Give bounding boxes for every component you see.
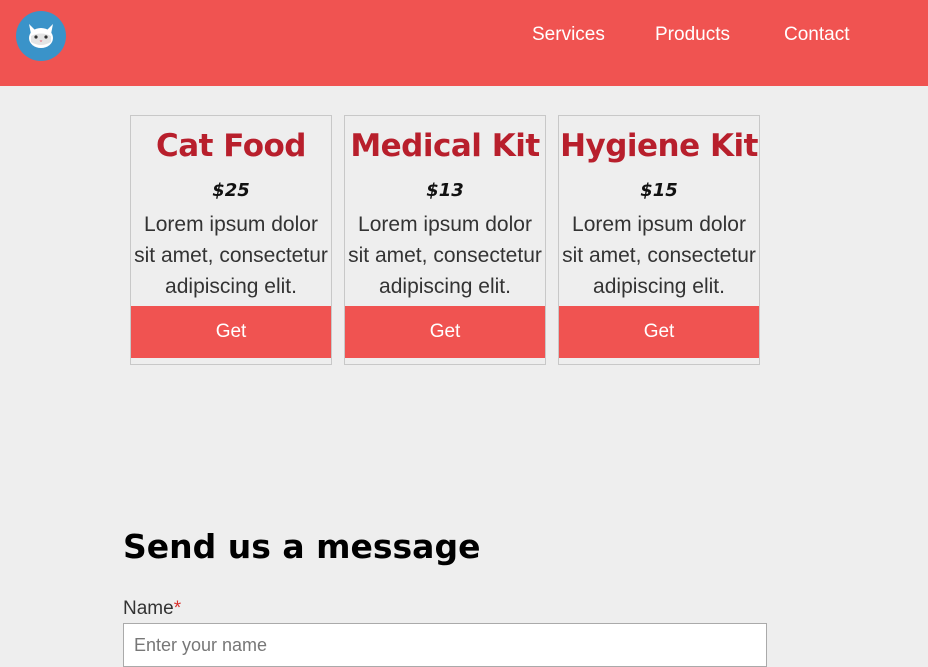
product-price: $25 (212, 180, 250, 201)
product-description: Lorem ipsum dolor sit amet, consectetur … (134, 213, 328, 298)
nav-services-link[interactable]: Services (532, 24, 605, 46)
product-title: Medical Kit (350, 128, 540, 164)
product-price: $13 (426, 180, 464, 201)
nav-products-link[interactable]: Products (655, 24, 730, 46)
product-price: $15 (640, 180, 678, 201)
contact-heading: Send us a message (123, 527, 481, 566)
get-medical-kit-button[interactable]: Get (345, 306, 545, 358)
product-card-medical-kit: Medical Kit $13 Lorem ipsum dolor sit am… (344, 115, 546, 365)
product-title: Cat Food (156, 128, 307, 164)
get-hygiene-kit-button[interactable]: Get (559, 306, 759, 358)
product-description: Lorem ipsum dolor sit amet, consectetur … (348, 213, 542, 298)
site-header: Services Products Contact (0, 0, 928, 86)
nav-contact-link[interactable]: Contact (784, 24, 849, 46)
product-card-hygiene-kit: Hygiene Kit $15 Lorem ipsum dolor sit am… (558, 115, 760, 365)
name-input[interactable] (123, 623, 767, 667)
name-label-text: Name (123, 598, 174, 619)
product-description: Lorem ipsum dolor sit amet, consectetur … (562, 213, 756, 298)
required-mark: * (173, 598, 182, 619)
name-field-label: Name* (123, 598, 181, 620)
product-card-cat-food: Cat Food $25 Lorem ipsum dolor sit amet,… (130, 115, 332, 365)
product-title: Hygiene Kit (560, 128, 758, 164)
cat-face-icon (29, 24, 53, 48)
get-cat-food-button[interactable]: Get (131, 306, 331, 358)
logo[interactable] (16, 11, 66, 61)
